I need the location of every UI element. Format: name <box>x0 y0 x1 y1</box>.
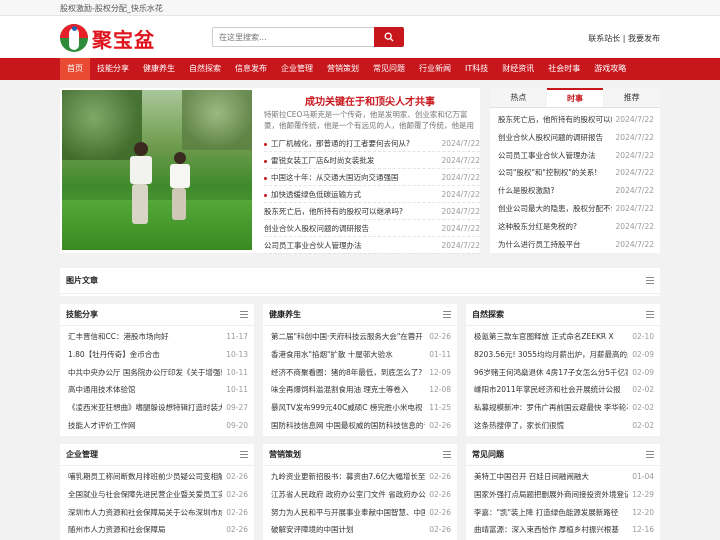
card-nature: 自然探索 极氪第三款车官图释放 正式命名ZEEKR X 02-10 8203.56… <box>466 304 660 436</box>
list-item[interactable]: 这条热搜停了，家长们很慌 02-02 <box>474 417 654 435</box>
header: 聚宝盆 联系站长 | 我要发布 <box>0 16 720 58</box>
list-item[interactable]: 九岭资业更新招股书：募资由7.6亿大幅增长至3 02-26 <box>271 468 451 486</box>
hero-list: 工厂机械化，那普通的打工者要何去何从? 2024/7/22 雷锐女装工厂店&时尚女… <box>264 135 480 254</box>
top-bar: 股权激励-股权分配_快乐水花 <box>0 0 720 16</box>
logo-icon[interactable] <box>60 24 88 52</box>
list-item[interactable]: 味全再爆饲料滥混割食用油 理克士等卷入 12-08 <box>271 381 451 399</box>
card-health: 健康养生 第二届"科创中国·天府科技云服务大会"在蓉开 02-26 香港食用水"掐… <box>263 304 457 436</box>
tab-hot[interactable]: 热点 <box>490 88 547 107</box>
list-item[interactable]: 创业公司最大的隐患，股权分配不公 2024/7/22 <box>498 200 654 218</box>
hero-photo[interactable] <box>62 90 252 250</box>
list-item[interactable]: 全国就业与社会保障先进民营企业暨关爱员工实 02-26 <box>68 486 248 504</box>
list-item[interactable]: 第二届"科创中国·天府科技云服务大会"在蓉开 02-26 <box>271 328 451 346</box>
list-item[interactable]: 极氪第三款车官图释放 正式命名ZEEKR X 02-10 <box>474 328 654 346</box>
nav-item[interactable]: IT科技 <box>458 58 495 80</box>
list-item[interactable]: 公司员工事业合伙人管理办法 2024/7/22 <box>498 147 654 165</box>
list-item[interactable]: 暴风TV发布999元40C威硕C 榜完胜小米电视 11-25 <box>271 399 451 417</box>
card-title[interactable]: 企业管理 <box>66 450 98 459</box>
list-item[interactable]: 高中通用技术体验馆 10-11 <box>68 381 248 399</box>
list-item[interactable]: 什么是股权激励? 2024/7/22 <box>498 182 654 200</box>
list-item[interactable]: 美特工中国召开 召娃日间融闹融大 01-04 <box>474 468 654 486</box>
menu-icon[interactable] <box>240 451 248 458</box>
tabs-box: 热点 时事 推荐 股东死亡后，他所持有的股权可以继承吗?2024/7/22 创业… <box>490 88 660 253</box>
nav-item-home[interactable]: 首页 <box>60 58 90 80</box>
list-item[interactable]: 深圳市人力资源和社会保障局关于公布深圳市成 02-26 <box>68 504 248 522</box>
main-nav: 首页 技能分享 健康养生 自然探索 信息发布 企业管理 营销策划 常见问题 行业… <box>0 58 720 80</box>
section-title: 图片文章 <box>66 276 98 285</box>
list-item[interactable]: 创业合伙人股权问题的调研报告 2024/7/22 <box>498 129 654 147</box>
nav-item[interactable]: 企业管理 <box>274 58 320 80</box>
list-item[interactable]: 汇丰晋信和CC：港股市场向好 11-17 <box>68 328 248 346</box>
menu-icon[interactable] <box>646 311 654 318</box>
card-title[interactable]: 自然探索 <box>472 310 504 319</box>
list-item[interactable]: 中国这十年：从交通大国迈向交通强国 2024/7/22 <box>264 169 480 186</box>
hero-title[interactable]: 成功关键在于和顶尖人才共事 <box>260 93 480 108</box>
list-item[interactable]: 私募规模新冲：罗伟广再前国云避最快 李华轮石波 02-02 <box>474 399 654 417</box>
list-item[interactable]: 为什么进行员工持股平台 2024/7/22 <box>498 236 654 254</box>
nav-item[interactable]: 常见问题 <box>366 58 412 80</box>
list-item[interactable]: 哺乳期员工称间断数月排班前少员疑公司变相解 02-26 <box>68 468 248 486</box>
search-input[interactable] <box>212 27 374 47</box>
card-management: 企业管理 哺乳期员工称间断数月排班前少员疑公司变相解 02-26 全国就业与社会保… <box>60 444 254 540</box>
list-item[interactable]: 8203.56元! 3055均均月薪出炉，月薪最高的是 02-09 <box>474 346 654 364</box>
nav-item[interactable]: 健康养生 <box>136 58 182 80</box>
card-title[interactable]: 健康养生 <box>269 310 301 319</box>
list-item[interactable]: 股东死亡后，他所持有的股权可以继承吗?2024/7/22 <box>264 203 480 220</box>
search-icon <box>384 32 394 42</box>
nav-item[interactable]: 技能分享 <box>90 58 136 80</box>
card-title[interactable]: 营销策划 <box>269 450 301 459</box>
menu-icon[interactable] <box>240 311 248 318</box>
list-item[interactable]: 公司"股权"和"控制权"的关系! 2024/7/22 <box>498 164 654 182</box>
header-links[interactable]: 联系站长 | 我要发布 <box>588 33 660 44</box>
list-item[interactable]: 经济不商聚看圈：猪的8年最低，到底怎么了? 12-09 <box>271 364 451 382</box>
list-item[interactable]: 加快透缓绿色低碳运输方式 2024/7/22 <box>264 186 480 203</box>
list-item[interactable]: 96岁赌王何鸿燊退休 4房17子女怎么分5千亿家 02-09 <box>474 364 654 382</box>
menu-icon[interactable] <box>646 277 654 284</box>
list-item[interactable]: 创业合伙人股权问题的调研报告 2024/7/22 <box>264 220 480 237</box>
nav-item[interactable]: 财经资讯 <box>495 58 541 80</box>
nav-item[interactable]: 社会时事 <box>541 58 587 80</box>
list-item[interactable]: 江苏省人民政府 政府办公室门文件 省政府办公 02-26 <box>271 486 451 504</box>
list-item[interactable]: 公司员工事业合伙人管理办法 2024/7/22 <box>264 237 480 254</box>
list-item[interactable]: 嵊阳市2011年掌民经济和社会开展统计公报 02-02 <box>474 381 654 399</box>
nav-item[interactable]: 行业新闻 <box>412 58 458 80</box>
menu-icon[interactable] <box>646 451 654 458</box>
list-item[interactable]: 股东死亡后，他所持有的股权可以继承吗?2024/7/22 <box>498 111 654 129</box>
list-item[interactable]: 随州市人力资源和社会保障局 02-26 <box>68 521 248 539</box>
list-item[interactable]: 曲靖富源：深入束西恰作 厚植乡村振兴根基 12-16 <box>474 521 654 539</box>
list-item[interactable]: 工厂机械化，那普通的打工者要何去何从? 2024/7/22 <box>264 135 480 152</box>
list-item[interactable]: 中共中央办公厅 国务院办公厅印发《关于增强新 10-11 <box>68 364 248 382</box>
list-item[interactable]: 技能人才评价工作网 09-20 <box>68 417 248 435</box>
hero-section: 成功关键在于和顶尖人才共事 特斯拉CEO马斯克是一个传奇，他是发明家、创业家和亿… <box>60 88 480 254</box>
search-button[interactable] <box>374 27 404 47</box>
hero-summary: 特斯拉CEO马斯克是一个传奇，他是发明家、创业家和亿万富豪，他颠覆传统，他是一个… <box>264 110 474 130</box>
nav-item[interactable]: 营销策划 <box>320 58 366 80</box>
menu-icon[interactable] <box>443 311 451 318</box>
list-item[interactable]: 1.80【牡丹传奇】金币合击 10-13 <box>68 346 248 364</box>
list-item[interactable]: 李嘉："凯"装上降 打造绿色能源发展新路径 12-20 <box>474 504 654 522</box>
menu-icon[interactable] <box>443 451 451 458</box>
site-tagline: 股权激励-股权分配_快乐水花 <box>60 4 163 13</box>
list-item[interactable]: 《凌西米亚狂想曲》嗜腿躲设想特辑打造时装大 09-27 <box>68 399 248 417</box>
card-faq: 常见问题 美特工中国召开 召娃日间融闹融大 01-04 国家外强打点局题把删展外商… <box>466 444 660 540</box>
nav-item[interactable]: 自然探索 <box>182 58 228 80</box>
list-item[interactable]: 这种股东分红是免税的? 2024/7/22 <box>498 218 654 236</box>
card-marketing: 营销策划 九岭资业更新招股书：募资由7.6亿大幅增长至3 02-26 江苏省人民政… <box>263 444 457 540</box>
list-item[interactable]: 破解安评障境的中国计划 02-26 <box>271 521 451 539</box>
list-item[interactable]: 雷锐女装工厂店&时尚女装批发 2024/7/22 <box>264 152 480 169</box>
nav-item[interactable]: 游戏攻略 <box>587 58 633 80</box>
tab-recommend[interactable]: 推荐 <box>603 88 660 107</box>
card-title[interactable]: 常见问题 <box>472 450 504 459</box>
list-item[interactable]: 努力为人民和平与开展事业奉献中国智慧、中国 02-26 <box>271 504 451 522</box>
logo-text[interactable]: 聚宝盆 <box>92 24 155 53</box>
tab-current[interactable]: 时事 <box>546 88 604 107</box>
nav-item[interactable]: 信息发布 <box>228 58 274 80</box>
list-item[interactable]: 国家外强打点局题把删展外商间接投资外境登记 12-29 <box>474 486 654 504</box>
picture-articles-section: 图片文章 <box>60 268 660 296</box>
list-item[interactable]: 国防科技信息网 中国最权威的国防科技信息的专 02-26 <box>271 417 451 435</box>
card-skills: 技能分享 汇丰晋信和CC：港股市场向好 11-17 1.80【牡丹传奇】金币合击 1… <box>60 304 254 436</box>
card-title[interactable]: 技能分享 <box>66 310 98 319</box>
list-item[interactable]: 香港食用水"掐烟"扩散 十屋邨大验水 01-11 <box>271 346 451 364</box>
